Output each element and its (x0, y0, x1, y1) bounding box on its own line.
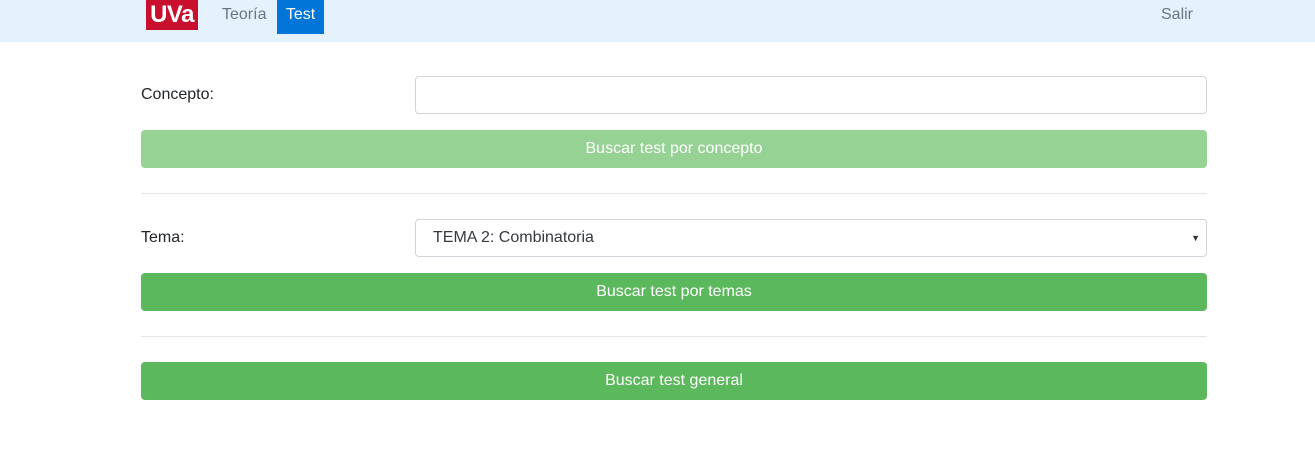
search-by-topic-button[interactable]: Buscar test por temas (141, 273, 1207, 311)
topic-label: Tema: (141, 229, 185, 246)
top-navbar: UVa Teoría Test Salir (0, 0, 1315, 42)
nav-link-test[interactable]: Test (277, 0, 324, 34)
chevron-down-icon: ▼ (1191, 233, 1200, 243)
nav-link-teoria[interactable]: Teoría (214, 0, 274, 34)
topic-select-value: TEMA 2: Combinatoria (433, 229, 594, 246)
topic-select[interactable]: TEMA 2: Combinatoria ▼ (415, 219, 1207, 257)
section-divider (141, 193, 1207, 194)
section-divider (141, 336, 1207, 337)
concept-input[interactable] (415, 76, 1207, 114)
logout-link[interactable]: Salir (1153, 0, 1201, 34)
search-by-concept-button[interactable]: Buscar test por concepto (141, 130, 1207, 168)
concept-label: Concepto: (141, 86, 214, 103)
uva-logo[interactable]: UVa (146, 0, 198, 30)
search-general-button[interactable]: Buscar test general (141, 362, 1207, 400)
